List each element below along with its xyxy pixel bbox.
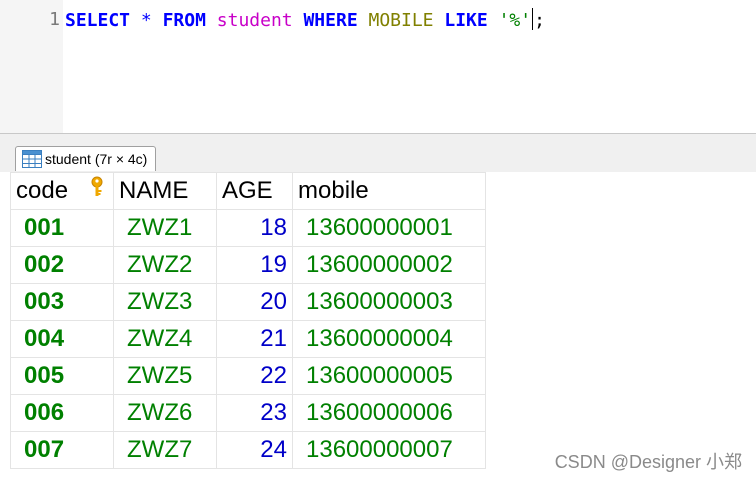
table-name-token: student [216,10,293,31]
cell-mobile[interactable]: 13600000006 [292,394,486,432]
cell-name[interactable]: ZWZ1 [113,209,217,247]
table-row[interactable]: 006 ZWZ6 23 13600000006 [10,394,486,432]
cell-code[interactable]: 003 [10,283,114,321]
select-all-star: * [140,10,152,31]
result-tab-strip: student (7r × 4c) [0,134,756,172]
cell-name[interactable]: ZWZ6 [113,394,217,432]
keyword-from: FROM [162,10,206,31]
column-header-age[interactable]: AGE [216,172,293,210]
cell-mobile[interactable]: 13600000005 [292,357,486,395]
line-number-gutter: 1 [0,0,63,133]
cell-code[interactable]: 004 [10,320,114,358]
sql-editor[interactable]: 1 SELECT * FROM student WHERE MOBILE LIK… [0,0,756,134]
grid-header-row: code NAME AGE mobile [10,172,486,210]
keyword-where: WHERE [303,10,358,31]
keyword-like: LIKE [444,10,488,31]
cell-age[interactable]: 24 [216,431,293,469]
cell-mobile[interactable]: 13600000002 [292,246,486,284]
cell-mobile[interactable]: 13600000001 [292,209,486,247]
cell-name[interactable]: ZWZ4 [113,320,217,358]
tab-label: student (7r × 4c) [45,151,148,167]
cell-code[interactable]: 001 [10,209,114,247]
cell-code[interactable]: 002 [10,246,114,284]
cell-age[interactable]: 21 [216,320,293,358]
table-row[interactable]: 002 ZWZ2 19 13600000002 [10,246,486,284]
column-header-mobile[interactable]: mobile [292,172,486,210]
column-header-name[interactable]: NAME [113,172,217,210]
cell-age[interactable]: 23 [216,394,293,432]
like-pattern-string: '%' [498,10,532,31]
cell-name[interactable]: ZWZ3 [113,283,217,321]
watermark-text: CSDN @Designer 小郑 [554,452,742,472]
cell-name[interactable]: ZWZ2 [113,246,217,284]
table-grid-icon [22,150,42,168]
cell-age[interactable]: 19 [216,246,293,284]
cell-age[interactable]: 18 [216,209,293,247]
cell-code[interactable]: 006 [10,394,114,432]
statement-terminator: ; [534,10,545,31]
cell-name[interactable]: ZWZ7 [113,431,217,469]
table-row[interactable]: 005 ZWZ5 22 13600000005 [10,357,486,395]
cell-age[interactable]: 20 [216,283,293,321]
cell-mobile[interactable]: 13600000003 [292,283,486,321]
cell-code[interactable]: 005 [10,357,114,395]
cell-age[interactable]: 22 [216,357,293,395]
table-row[interactable]: 001 ZWZ1 18 13600000001 [10,209,486,247]
table-row[interactable]: 007 ZWZ7 24 13600000007 [10,431,486,469]
result-grid: code NAME AGE mobile 001 ZWZ1 18 1360000… [10,172,486,469]
table-row[interactable]: 003 ZWZ3 20 13600000003 [10,283,486,321]
sql-query-line[interactable]: SELECT * FROM student WHERE MOBILE LIKE … [65,8,545,33]
column-header-label: code [16,177,69,204]
primary-key-icon [88,176,106,198]
tab-student-result[interactable]: student (7r × 4c) [15,146,157,171]
cell-name[interactable]: ZWZ5 [113,357,217,395]
text-cursor [532,8,534,30]
table-row[interactable]: 004 ZWZ4 21 13600000004 [10,320,486,358]
line-number: 1 [49,9,60,30]
column-name-token: MOBILE [368,10,434,31]
cell-mobile[interactable]: 13600000007 [292,431,486,469]
column-header-code[interactable]: code [10,172,114,210]
cell-mobile[interactable]: 13600000004 [292,320,486,358]
cell-code[interactable]: 007 [10,431,114,469]
keyword-select: SELECT [65,10,131,31]
